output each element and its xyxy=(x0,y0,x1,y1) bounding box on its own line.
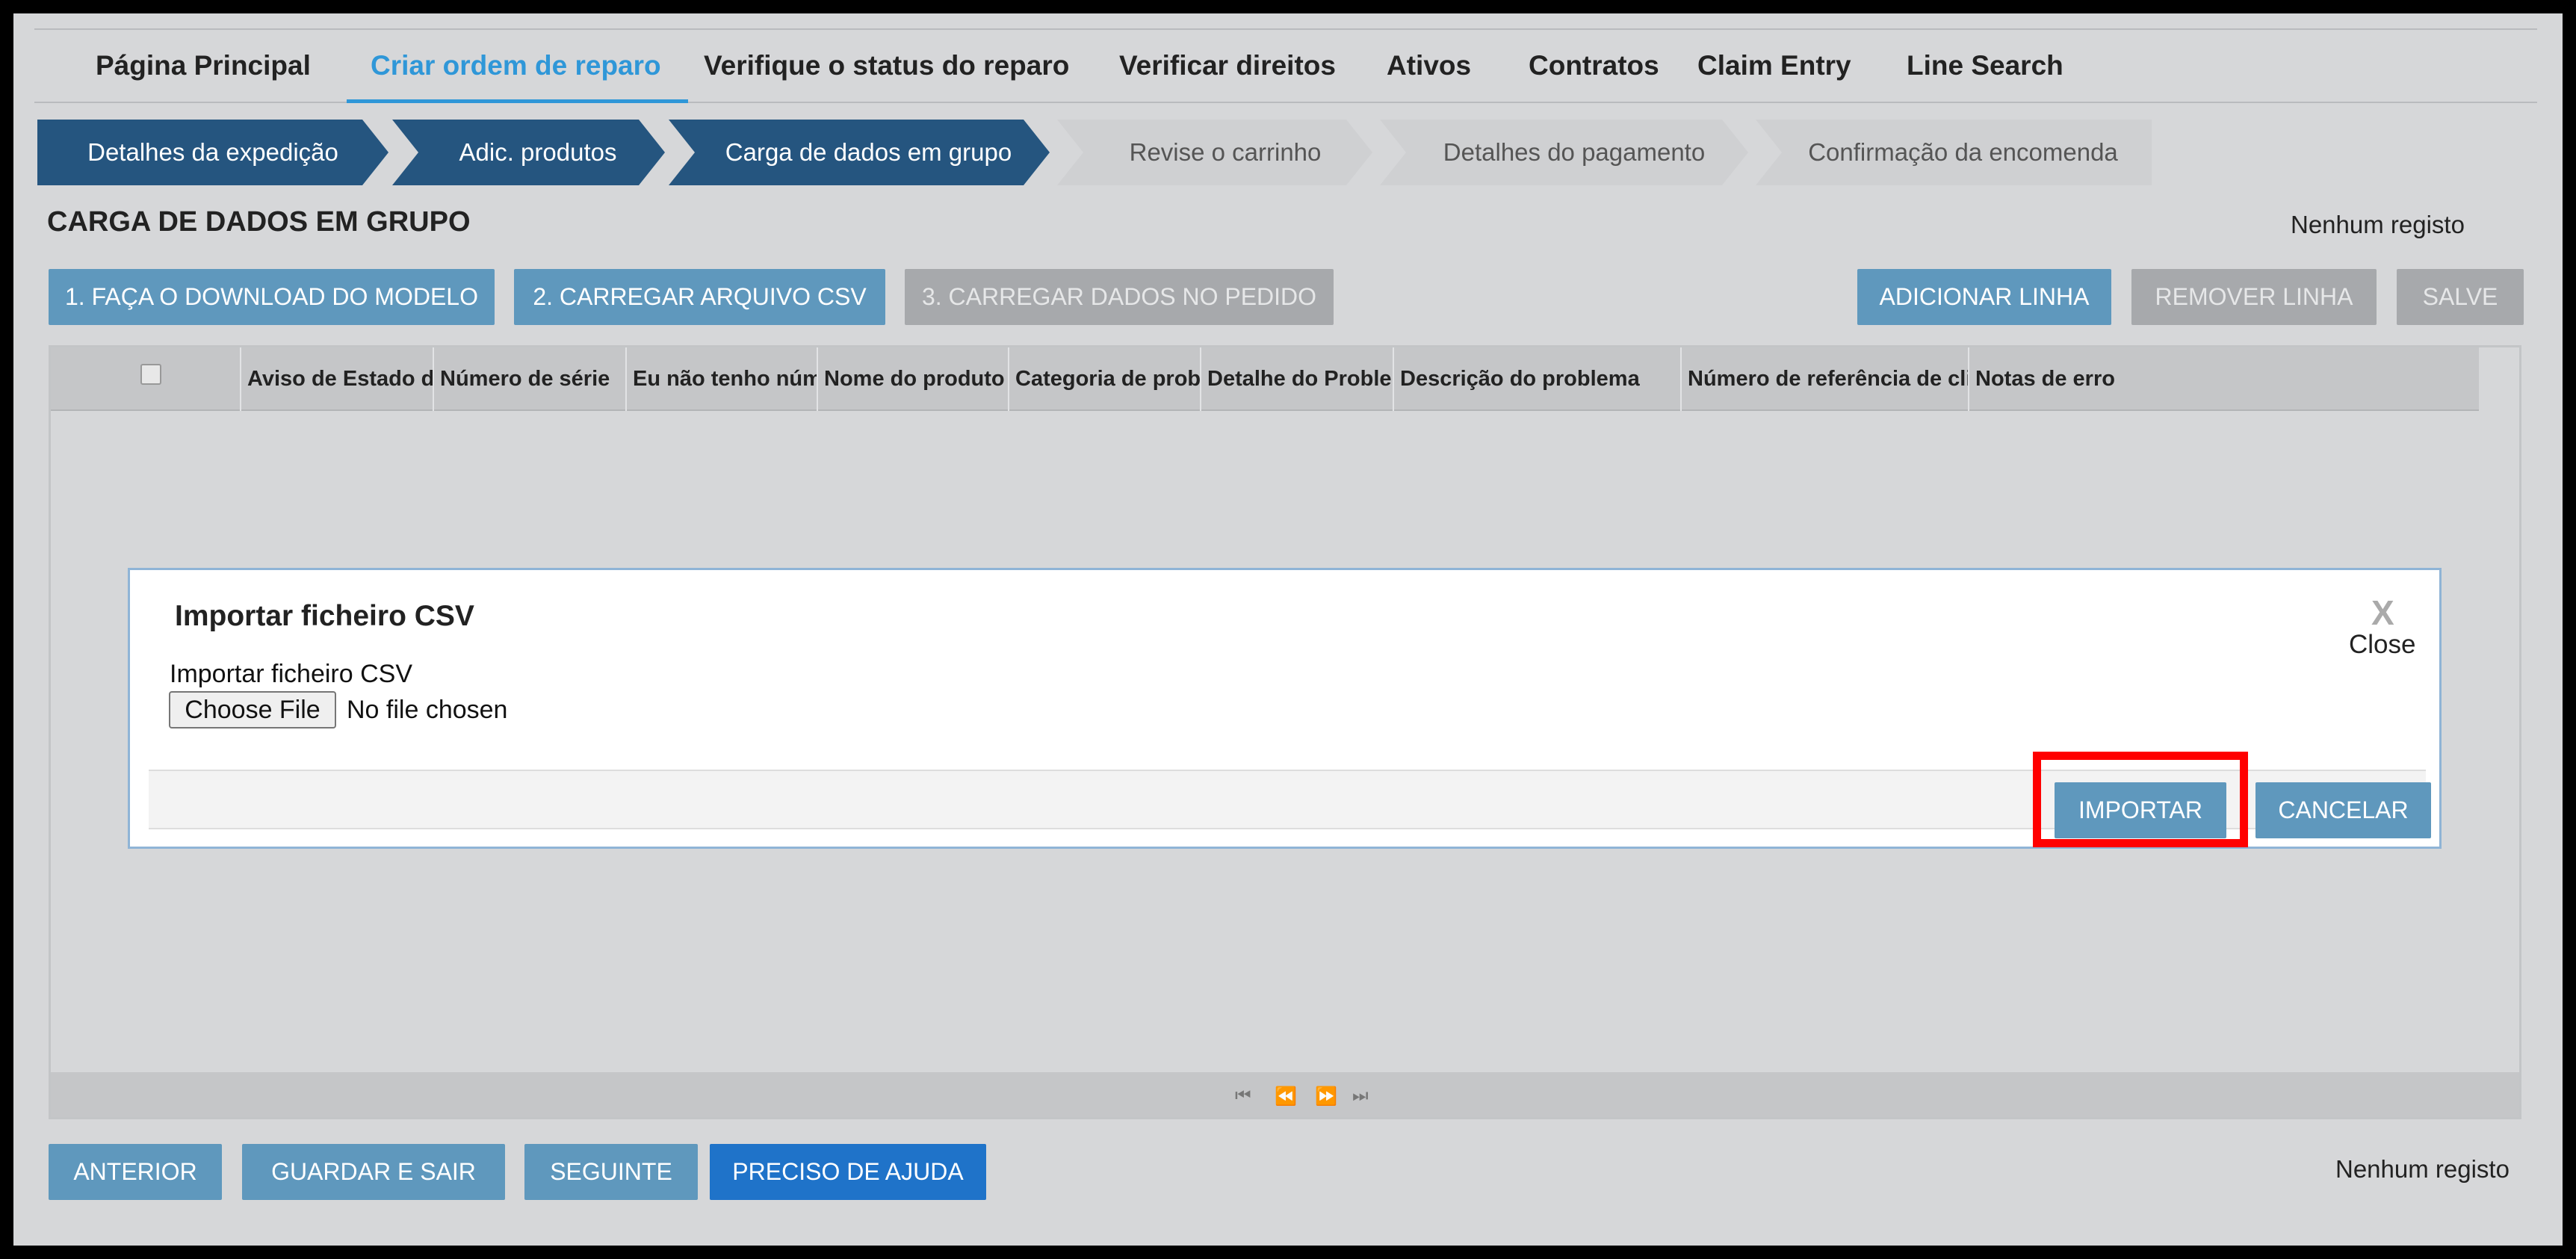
step-review-cart[interactable]: Revise o carrinho xyxy=(1076,120,1375,185)
step-add-products[interactable]: Adic. produtos xyxy=(411,120,665,185)
save-and-exit-button[interactable]: GUARDAR E SAIR xyxy=(242,1144,505,1200)
select-all-checkbox[interactable] xyxy=(140,364,161,385)
nav-line-search[interactable]: Line Search xyxy=(1907,30,2063,102)
step-order-confirmation[interactable]: Confirmação da encomenda xyxy=(1774,120,2152,185)
select-all-cell xyxy=(51,347,241,411)
add-line-button[interactable]: ADICIONAR LINHA xyxy=(1857,269,2111,325)
page-title: CARGA DE DADOS EM GRUPO xyxy=(47,206,471,238)
top-nav: Página Principal Criar ordem de reparo V… xyxy=(34,28,2537,103)
remove-line-button[interactable]: REMOVER LINHA xyxy=(2131,269,2377,325)
file-status-text: No file chosen xyxy=(347,696,508,724)
nav-create-repair-order[interactable]: Criar ordem de reparo xyxy=(347,30,688,103)
nav-check-repair-status[interactable]: Verifique o status do reparo xyxy=(704,30,1069,102)
column-header[interactable]: Categoria de probl xyxy=(1009,347,1201,411)
record-count-top: Nenhum registo xyxy=(2291,211,2465,238)
step-label: Detalhes do pagamento xyxy=(1443,138,1706,166)
download-template-button[interactable]: 1. FAÇA O DOWNLOAD DO MODELO xyxy=(49,269,495,325)
wizard-steps: Detalhes da expedição Adic. produtos Car… xyxy=(37,120,2167,185)
save-button[interactable]: SALVE xyxy=(2397,269,2524,325)
column-header[interactable]: Aviso de Estado d xyxy=(241,347,434,411)
column-header[interactable]: Número de referência de clie xyxy=(1682,347,1969,411)
column-header[interactable]: Nome do produto xyxy=(818,347,1009,411)
app-frame: Página Principal Criar ordem de reparo V… xyxy=(13,13,2563,1246)
cancel-button[interactable]: CANCELAR xyxy=(2255,782,2431,838)
previous-page-icon[interactable]: ⏪ xyxy=(1275,1086,1297,1107)
upload-csv-button[interactable]: 2. CARREGAR ARQUIVO CSV xyxy=(514,269,885,325)
nav-home[interactable]: Página Principal xyxy=(96,30,311,102)
first-page-icon[interactable]: ⏮ xyxy=(1235,1086,1251,1107)
load-into-order-button[interactable]: 3. CARREGAR DADOS NO PEDIDO xyxy=(905,269,1334,325)
record-count-bottom: Nenhum registo xyxy=(2335,1155,2510,1183)
step-label: Carga de dados em grupo xyxy=(725,138,1012,166)
last-page-icon[interactable]: ⏭ xyxy=(1352,1086,1369,1107)
column-header[interactable]: Número de série xyxy=(434,347,627,411)
step-label: Confirmação da encomenda xyxy=(1808,138,2118,166)
previous-button[interactable]: ANTERIOR xyxy=(49,1144,222,1200)
dialog-title: Importar ficheiro CSV xyxy=(175,600,474,632)
nav-claim-entry[interactable]: Claim Entry xyxy=(1697,30,1851,102)
step-label: Adic. produtos xyxy=(459,138,617,166)
step-label: Detalhes da expedição xyxy=(87,138,338,166)
next-button[interactable]: SEGUINTE xyxy=(524,1144,698,1200)
nav-verify-entitlements[interactable]: Verificar direitos xyxy=(1119,30,1336,102)
step-shipping-details[interactable]: Detalhes da expedição xyxy=(37,120,388,185)
nav-assets[interactable]: Ativos xyxy=(1387,30,1471,102)
choose-file-button[interactable]: Choose File xyxy=(169,691,336,729)
step-label: Revise o carrinho xyxy=(1129,138,1322,166)
column-header[interactable]: Descrição do problema xyxy=(1394,347,1682,411)
help-button[interactable]: PRECISO DE AJUDA xyxy=(710,1144,986,1200)
next-page-icon[interactable]: ⏩ xyxy=(1315,1086,1337,1107)
import-button[interactable]: IMPORTAR xyxy=(2055,782,2226,838)
import-csv-dialog: Importar ficheiro CSV X Close Importar f… xyxy=(128,568,2442,849)
close-icon[interactable]: X xyxy=(2371,593,2394,633)
file-field-label: Importar ficheiro CSV xyxy=(170,660,412,688)
column-header[interactable]: Notas de erro xyxy=(1969,347,2479,411)
close-button[interactable]: Close xyxy=(2349,630,2415,660)
grid-header: Aviso de Estado d Número de série Eu não… xyxy=(51,347,2479,411)
step-payment-details[interactable]: Detalhes do pagamento xyxy=(1399,120,1750,185)
column-header[interactable]: Detalhe do Problem xyxy=(1201,347,1394,411)
step-bulk-upload[interactable]: Carga de dados em grupo xyxy=(687,120,1050,185)
grid-pager: ⏮ ⏪ ⏩ ⏭ xyxy=(51,1072,2519,1117)
nav-contracts[interactable]: Contratos xyxy=(1529,30,1659,102)
column-header[interactable]: Eu não tenho núm xyxy=(627,347,818,411)
